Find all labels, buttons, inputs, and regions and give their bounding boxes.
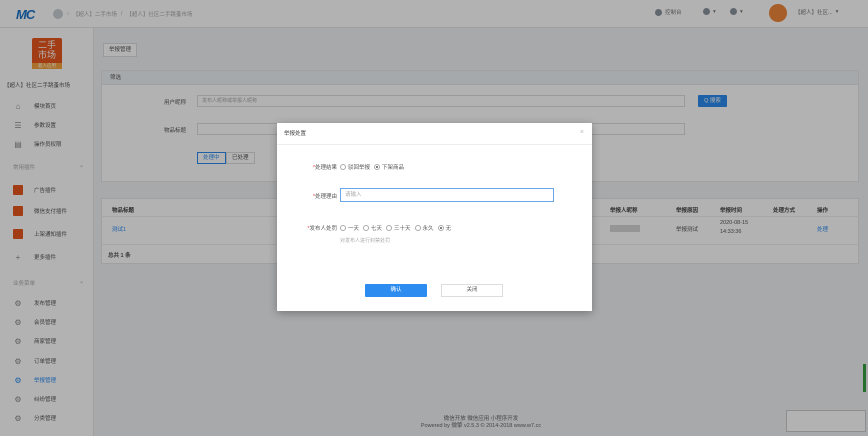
- ban-radio-group: 一天 七天 三十天 永久 无: [340, 224, 455, 232]
- radio-circle-icon: [363, 225, 370, 231]
- radio-delist[interactable]: 下架商品: [374, 163, 404, 171]
- radio-circle-icon: [340, 225, 346, 231]
- radio-one-day[interactable]: 一天: [340, 224, 359, 232]
- radio-none[interactable]: 无: [437, 224, 451, 232]
- radio-seven-days[interactable]: 七天: [363, 224, 382, 232]
- ban-label: *发布人处罚: [307, 226, 337, 232]
- reason-label: *处理理由: [312, 194, 337, 200]
- close-button[interactable]: 关闭: [441, 284, 503, 297]
- ban-hint: 对发布人进行封禁处罚: [340, 238, 391, 244]
- radio-thirty-days[interactable]: 三十天: [386, 224, 411, 232]
- result-label: *处理结果: [312, 165, 337, 171]
- radio-circle-icon: [414, 225, 421, 231]
- result-radio-group: 驳回举报 下架商品: [340, 163, 408, 171]
- radio-circle-icon: [386, 225, 393, 231]
- radio-checked-icon: [374, 164, 381, 170]
- radio-checked-icon: [437, 225, 444, 231]
- close-icon[interactable]: ×: [580, 129, 584, 136]
- confirm-button[interactable]: 确认: [365, 284, 427, 297]
- radio-reject[interactable]: 驳回举报: [340, 163, 370, 171]
- reason-input[interactable]: 请输入: [340, 188, 554, 202]
- modal-title: 举报处置: [277, 123, 592, 145]
- radio-circle-icon: [340, 164, 346, 170]
- radio-permanent[interactable]: 永久: [414, 224, 434, 232]
- report-handle-modal: 举报处置 × *处理结果 驳回举报 下架商品 *处理理由 请输入 *发布人处罚 …: [277, 123, 592, 311]
